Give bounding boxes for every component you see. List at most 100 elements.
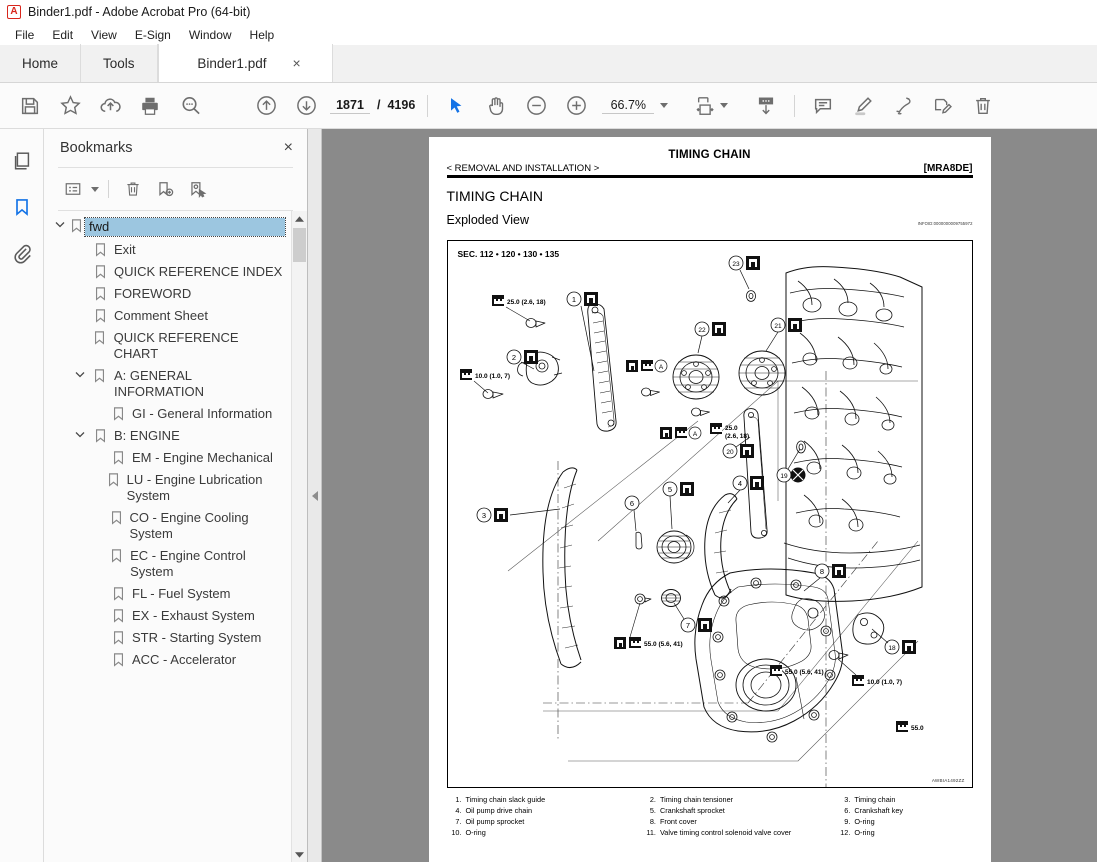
bookmark-item[interactable]: EX - Exhaust System bbox=[44, 605, 291, 627]
chevron-down-icon[interactable] bbox=[52, 218, 68, 228]
bookmarks-panel: Bookmarks × fwd Exit QUICK REFERENCE IND… bbox=[44, 129, 308, 862]
search-icon[interactable] bbox=[170, 86, 210, 126]
bookmark-item[interactable]: EC - Engine Control System bbox=[44, 545, 291, 583]
bookmarks-icon[interactable] bbox=[8, 193, 36, 221]
bookmark-icon bbox=[107, 548, 126, 563]
bookmark-label: LU - Engine Lubrication System bbox=[126, 472, 263, 503]
menu-edit[interactable]: Edit bbox=[43, 26, 82, 44]
bookmarks-tree-wrapper: fwd Exit QUICK REFERENCE INDEX FOREWORD Comm… bbox=[44, 211, 307, 862]
zoom-out-icon[interactable] bbox=[516, 86, 556, 126]
part-entry: 1. Timing chain slack guide bbox=[447, 795, 637, 804]
delete-bookmark-icon[interactable] bbox=[118, 174, 148, 204]
part-entry: 6. Crankshaft key bbox=[835, 806, 972, 815]
bookmark-item[interactable]: A: GENERAL INFORMATION bbox=[44, 365, 291, 403]
part-number: 12. bbox=[840, 828, 851, 837]
attachments-icon[interactable] bbox=[8, 239, 36, 267]
part-number: 4. bbox=[455, 806, 462, 815]
menu-view[interactable]: View bbox=[82, 26, 126, 44]
svg-text:55.0: 55.0 bbox=[911, 725, 924, 732]
next-page-icon[interactable] bbox=[286, 86, 326, 126]
close-icon[interactable]: × bbox=[292, 56, 300, 70]
close-icon[interactable]: × bbox=[284, 140, 293, 156]
bookmark-item[interactable]: EM - Engine Mechanical bbox=[44, 447, 291, 469]
bookmark-item[interactable]: QUICK REFERENCE CHART bbox=[44, 327, 291, 365]
menu-esign[interactable]: E-Sign bbox=[126, 26, 180, 44]
chevron-down-icon[interactable] bbox=[70, 428, 90, 438]
page-display-icon[interactable] bbox=[746, 86, 786, 126]
zoom-level-input[interactable] bbox=[602, 97, 655, 114]
menu-file[interactable]: File bbox=[6, 26, 43, 44]
scrollbar-thumb[interactable] bbox=[293, 228, 306, 262]
new-bookmark-icon[interactable] bbox=[150, 174, 180, 204]
bookmark-item[interactable]: FL - Fuel System bbox=[44, 583, 291, 605]
tab-document[interactable]: Binder1.pdf × bbox=[157, 44, 333, 82]
svg-text:19: 19 bbox=[780, 473, 788, 480]
scroll-down-icon[interactable] bbox=[295, 846, 304, 862]
bookmark-item[interactable]: Comment Sheet bbox=[44, 305, 291, 327]
bookmark-label: FOREWORD bbox=[114, 286, 192, 301]
part-number: 3. bbox=[844, 795, 851, 804]
page-thumbnails-icon[interactable] bbox=[8, 147, 36, 175]
bookmark-icon bbox=[108, 652, 128, 667]
window-title: Binder1.pdf - Adobe Acrobat Pro (64-bit) bbox=[28, 5, 251, 19]
fill-and-sign-icon[interactable] bbox=[923, 86, 963, 126]
svg-text:(2.6, 18): (2.6, 18) bbox=[725, 433, 749, 440]
bookmark-item[interactable]: fwd bbox=[44, 215, 291, 239]
part-entry: 9. O-ring bbox=[835, 817, 972, 826]
bookmark-item[interactable]: QUICK REFERENCE INDEX bbox=[44, 261, 291, 283]
upload-to-cloud-icon[interactable] bbox=[90, 86, 130, 126]
chevron-down-icon[interactable] bbox=[91, 186, 99, 192]
svg-text:7: 7 bbox=[685, 621, 689, 630]
scroll-up-icon[interactable] bbox=[295, 211, 304, 227]
bookmark-item[interactable]: B: ENGINE bbox=[44, 425, 291, 447]
save-icon[interactable] bbox=[10, 86, 50, 126]
document-viewer[interactable]: TIMING CHAIN < REMOVAL AND INSTALLATION … bbox=[322, 129, 1097, 862]
part-entry: 12. O-ring bbox=[835, 828, 972, 837]
goto-bookmark-icon[interactable] bbox=[182, 174, 212, 204]
bookmark-item[interactable]: CO - Engine Cooling System bbox=[44, 507, 291, 545]
print-icon[interactable] bbox=[130, 86, 170, 126]
fit-chevron-down-icon[interactable] bbox=[720, 103, 729, 108]
menu-window[interactable]: Window bbox=[180, 26, 241, 44]
select-cursor-icon[interactable] bbox=[436, 86, 476, 126]
menu-help[interactable]: Help bbox=[241, 26, 284, 44]
page-number-input[interactable] bbox=[330, 97, 370, 114]
part-name: O-ring bbox=[854, 828, 875, 837]
add-comment-icon[interactable] bbox=[803, 86, 843, 126]
panel-collapse-handle[interactable] bbox=[308, 129, 322, 862]
svg-text:A: A bbox=[658, 364, 663, 371]
zoom-in-icon[interactable] bbox=[556, 86, 596, 126]
tab-tools[interactable]: Tools bbox=[81, 44, 158, 82]
chevron-down-icon[interactable] bbox=[660, 103, 669, 108]
delete-pages-icon[interactable] bbox=[963, 86, 1003, 126]
bookmark-item[interactable]: LU - Engine Lubrication System bbox=[44, 469, 291, 507]
bookmark-item[interactable]: FOREWORD bbox=[44, 283, 291, 305]
star-icon[interactable] bbox=[50, 86, 90, 126]
chevron-down-icon[interactable] bbox=[70, 368, 90, 378]
tab-home[interactable]: Home bbox=[0, 44, 82, 82]
highlight-icon[interactable] bbox=[843, 86, 883, 126]
acrobat-logo-icon: A bbox=[7, 5, 21, 19]
bookmark-icon bbox=[108, 608, 128, 623]
part-number: 11. bbox=[646, 828, 656, 837]
bookmark-item[interactable]: Exit bbox=[44, 239, 291, 261]
part-number: 1. bbox=[455, 795, 462, 804]
subsection-title: Exploded View bbox=[446, 213, 529, 227]
bookmarks-tree[interactable]: fwd Exit QUICK REFERENCE INDEX FOREWORD Comm… bbox=[44, 211, 291, 862]
bookmark-icon bbox=[68, 218, 84, 233]
exploded-view-figure: SEC. 112 • 120 • 130 • 135 1 2 3 4 5 6 7… bbox=[446, 240, 973, 788]
bookmark-icon bbox=[90, 368, 110, 383]
section-title: TIMING CHAIN bbox=[446, 188, 543, 204]
bookmarks-scrollbar[interactable] bbox=[291, 211, 307, 862]
bookmark-item[interactable]: STR - Starting System bbox=[44, 627, 291, 649]
previous-page-icon[interactable] bbox=[246, 86, 286, 126]
bookmark-label: fwd bbox=[83, 217, 287, 237]
svg-text:10.0 (1.0, 7): 10.0 (1.0, 7) bbox=[867, 679, 902, 686]
hand-tool-icon[interactable] bbox=[476, 86, 516, 126]
bookmark-label: GI - General Information bbox=[132, 406, 273, 421]
bookmark-item[interactable]: GI - General Information bbox=[44, 403, 291, 425]
bookmark-item[interactable]: ACC - Accelerator bbox=[44, 649, 291, 671]
draw-freehand-icon[interactable] bbox=[883, 86, 923, 126]
bookmark-options-icon[interactable] bbox=[58, 174, 88, 204]
svg-text:22: 22 bbox=[698, 327, 706, 334]
